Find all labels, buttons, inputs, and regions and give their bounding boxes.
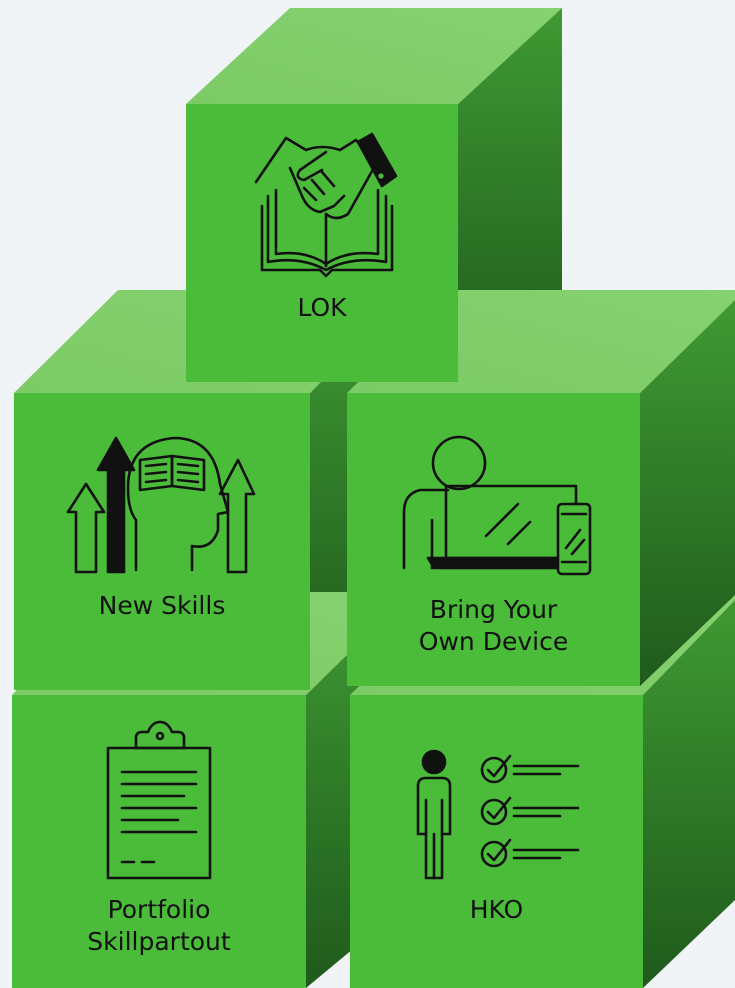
portfolio-label: Portfolio Skillpartout xyxy=(87,895,231,956)
cube-scene xyxy=(12,8,735,988)
cube-lok-front xyxy=(186,104,458,382)
cube-diagram: LOK New Skills Bring Your Own Device Por… xyxy=(0,0,735,988)
byod-label: Bring Your Own Device xyxy=(418,595,569,656)
hko-label: HKO xyxy=(469,895,524,924)
lok-label: LOK xyxy=(297,293,347,322)
cube-new-skills-front xyxy=(14,393,310,690)
new-skills-label: New Skills xyxy=(98,591,226,620)
